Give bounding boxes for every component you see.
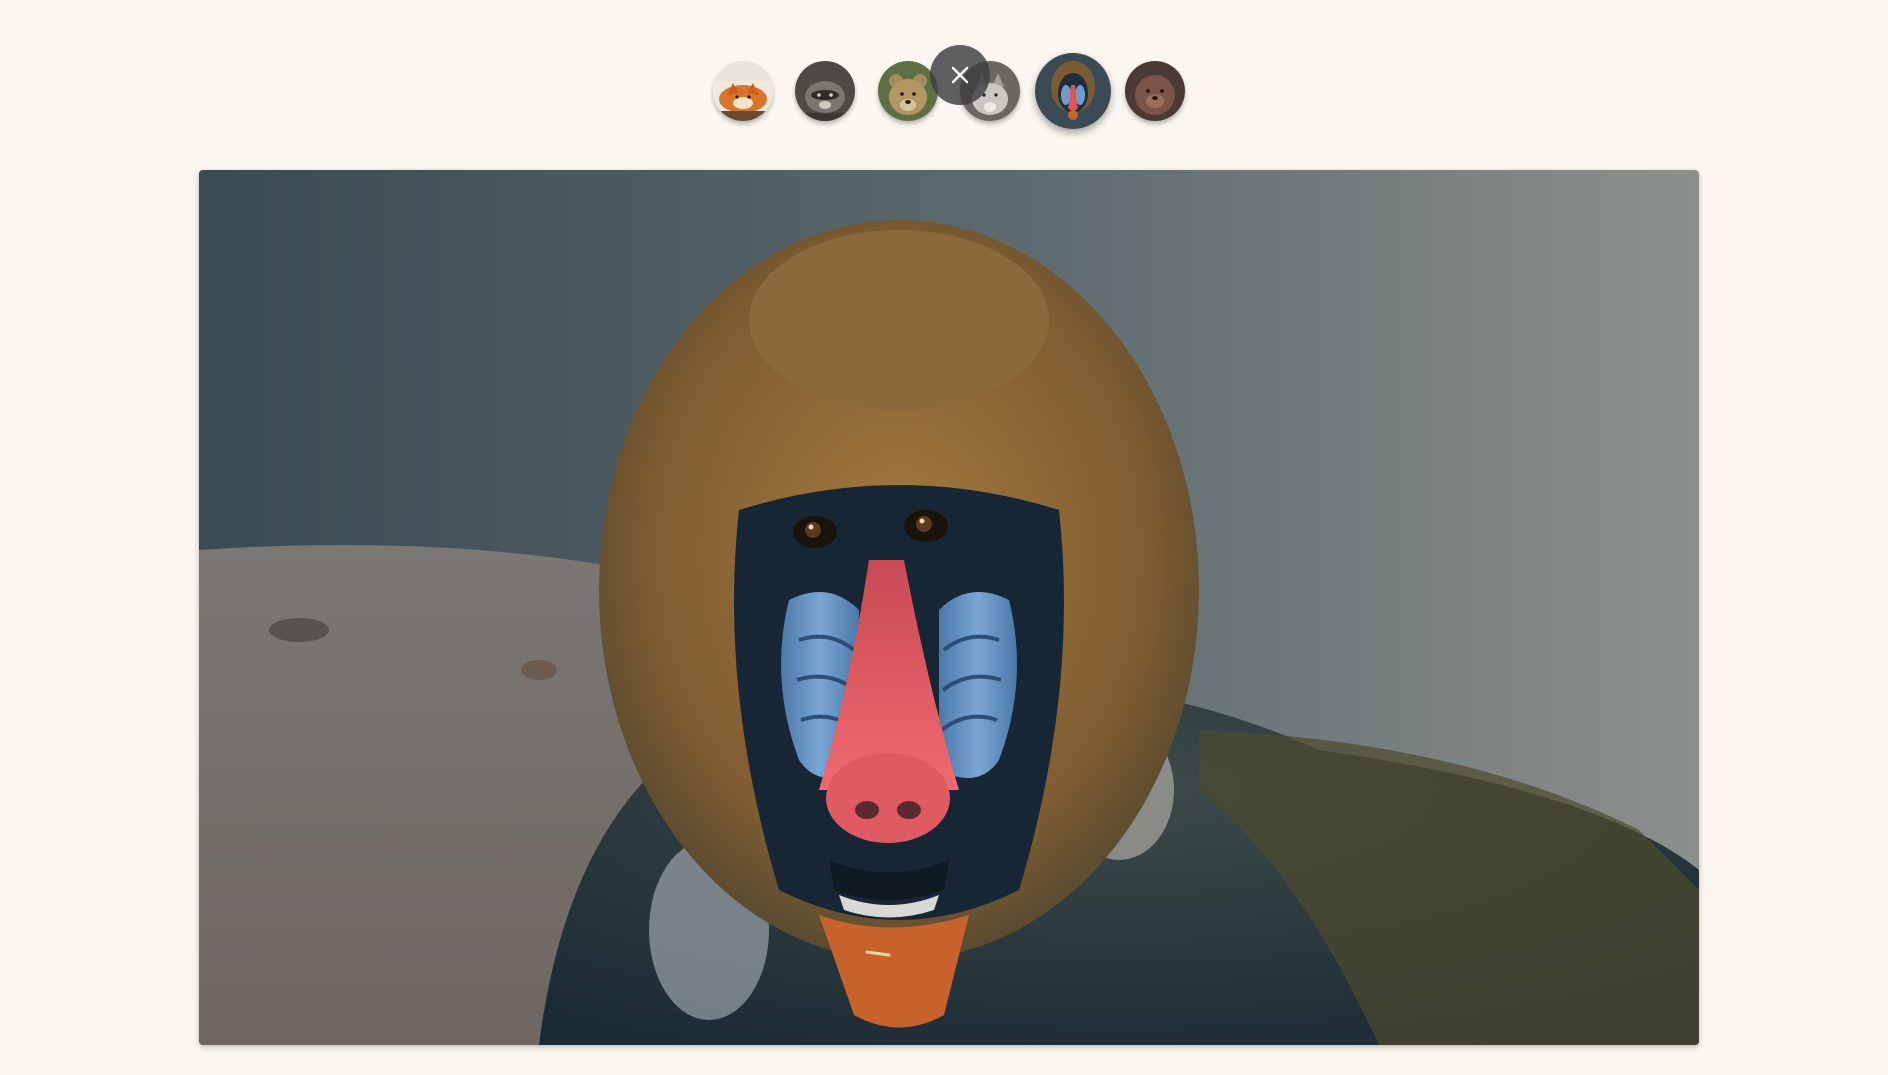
beaver-thumbnail-image [1125, 61, 1185, 121]
thumbnail-mandrill-selected[interactable] [1035, 53, 1111, 129]
fox-thumbnail-image [713, 61, 773, 121]
bear-thumbnail-image [878, 61, 938, 121]
close-icon [951, 66, 969, 84]
raccoon-thumbnail-image [795, 61, 855, 121]
thumbnail-fox[interactable] [713, 61, 773, 121]
mandrill-thumbnail-image [1035, 53, 1111, 129]
thumbnail-raccoon[interactable] [795, 61, 855, 121]
mandrill-photo [199, 170, 1699, 1045]
thumbnail-beaver[interactable] [1125, 61, 1185, 121]
thumbnail-bear[interactable] [878, 61, 938, 121]
main-image-viewer [199, 170, 1699, 1045]
gallery-page [0, 0, 1888, 1075]
close-button[interactable] [930, 45, 990, 105]
